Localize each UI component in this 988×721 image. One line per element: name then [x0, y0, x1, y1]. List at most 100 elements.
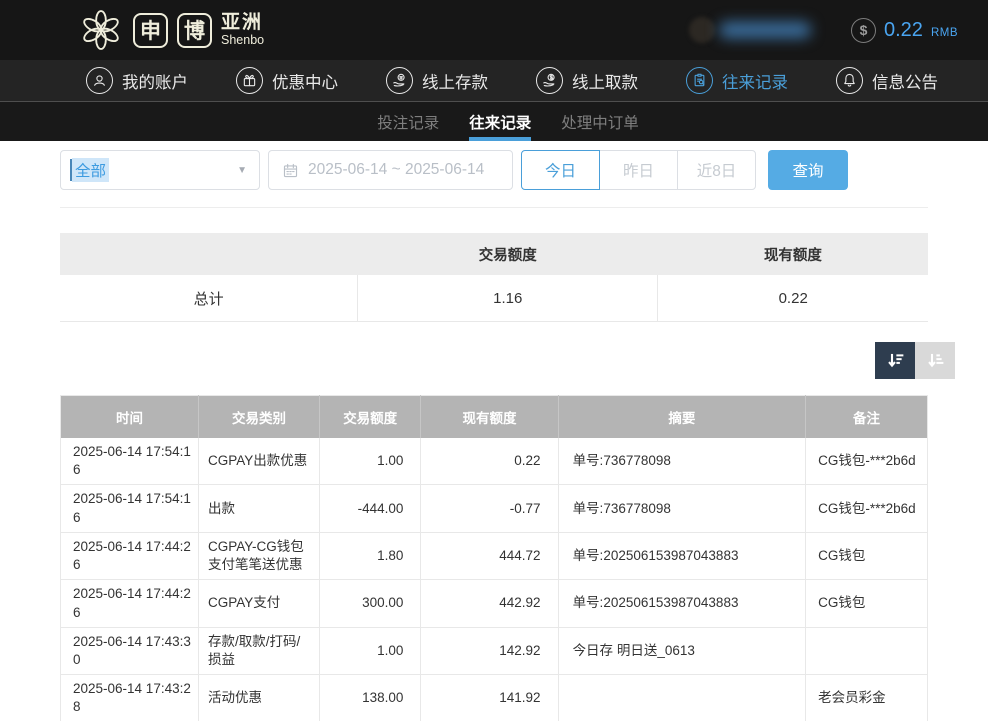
filter-row: 全部 ▼ 2025-06-14 ~ 2025-06-14 今日昨日近8日 查询 — [60, 150, 928, 190]
balance-amount: 0.22 — [884, 19, 923, 42]
sort-ascending-button[interactable] — [915, 342, 955, 379]
user-account-chip[interactable] — [689, 17, 811, 43]
avatar — [689, 17, 715, 43]
table-cell: 2025-06-14 17:43:28 — [61, 675, 199, 721]
summary-total-row: 总计 1.16 0.22 — [60, 275, 928, 322]
bell-icon — [836, 67, 863, 94]
records-column-header: 交易类别 — [198, 396, 319, 439]
page: 申 博 亚洲 Shenbo $ 0.22 RMB 我的账户 优惠中心 线上存款 线上取… — [0, 0, 988, 721]
table-cell: CG钱包 — [806, 532, 928, 579]
nav-item-transaction-records[interactable]: 往来记录 — [686, 67, 788, 94]
records-table: 时间交易类别交易额度现有额度摘要备注 2025-06-14 17:54:16CG… — [60, 395, 928, 721]
records-icon — [686, 67, 713, 94]
table-cell: 今日存 明日送_0613 — [558, 627, 806, 674]
table-row: 2025-06-14 17:43:30存款/取款/打码/损益1.00142.92… — [61, 627, 928, 674]
table-cell: 138.00 — [319, 675, 420, 721]
summary-transaction-total: 1.16 — [358, 275, 658, 322]
summary-table: 交易额度 现有额度 总计 1.16 0.22 — [60, 233, 928, 322]
table-cell: 1.80 — [319, 532, 420, 579]
quick-date-last-8-days-button[interactable]: 近8日 — [677, 150, 756, 190]
table-cell: CGPAY出款优惠 — [198, 438, 319, 485]
table-cell: CGPAY-CG钱包支付笔笔送优惠 — [198, 532, 319, 579]
table-cell: CGPAY支付 — [198, 580, 319, 627]
summary-header-current-balance: 现有额度 — [658, 233, 928, 275]
nav-item-announcements[interactable]: 信息公告 — [836, 67, 938, 94]
chevron-down-icon: ▼ — [237, 165, 247, 176]
table-cell: 2025-06-14 17:44:26 — [61, 532, 199, 579]
nav-item-my-account[interactable]: 我的账户 — [86, 67, 188, 94]
date-range-input[interactable]: 2025-06-14 ~ 2025-06-14 — [268, 150, 513, 190]
balance-display: $ 0.22 RMB — [851, 18, 958, 43]
table-cell: 142.92 — [421, 627, 558, 674]
nav-item-label: 往来记录 — [722, 69, 788, 93]
brand-region: 亚洲 — [221, 13, 264, 34]
gift-icon — [236, 67, 263, 94]
table-cell: 单号:736778098 — [558, 485, 806, 532]
search-button[interactable]: 查询 — [768, 150, 848, 190]
table-cell: 0.22 — [421, 438, 558, 485]
table-cell: 444.72 — [421, 532, 558, 579]
table-row: 2025-06-14 17:43:28活动优惠138.00141.92 老会员彩金 — [61, 675, 928, 721]
table-cell: 单号:202506153987043883 — [558, 532, 806, 579]
subtab-transaction-records[interactable]: 往来记录 — [467, 102, 533, 141]
sort-descending-button[interactable] — [875, 342, 915, 379]
summary-header-row: 交易额度 现有额度 — [60, 233, 928, 275]
records-column-header: 时间 — [61, 396, 199, 439]
summary-header-empty — [60, 233, 358, 275]
date-range-value: 2025-06-14 ~ 2025-06-14 — [308, 161, 484, 179]
nav-item-online-deposit[interactable]: 线上存款 — [386, 67, 488, 94]
brand-char-bo: 博 — [177, 13, 212, 48]
nav-item-online-withdraw[interactable]: 线上取款 — [536, 67, 638, 94]
table-cell: 2025-06-14 17:44:26 — [61, 580, 199, 627]
table-cell: 出款 — [198, 485, 319, 532]
records-header-row: 时间交易类别交易额度现有额度摘要备注 — [61, 396, 928, 439]
table-cell: 1.00 — [319, 438, 420, 485]
nav-item-label: 线上取款 — [572, 69, 638, 93]
table-cell: 300.00 — [319, 580, 420, 627]
table-cell: 单号:202506153987043883 — [558, 580, 806, 627]
summary-total-label: 总计 — [60, 275, 358, 322]
table-cell: 2025-06-14 17:43:30 — [61, 627, 199, 674]
quick-date-today-button[interactable]: 今日 — [521, 150, 600, 190]
table-cell: 2025-06-14 17:54:16 — [61, 438, 199, 485]
sort-amount-desc-icon — [885, 350, 906, 371]
nav-item-label: 优惠中心 — [272, 69, 338, 93]
table-cell — [558, 675, 806, 721]
section-divider — [60, 207, 928, 208]
content-area: 全部 ▼ 2025-06-14 ~ 2025-06-14 今日昨日近8日 查询 … — [0, 141, 988, 721]
records-column-header: 摘要 — [558, 396, 806, 439]
subtab-pending-orders[interactable]: 处理中订单 — [559, 102, 641, 141]
main-nav: 我的账户 优惠中心 线上存款 线上取款 往来记录 信息公告 — [0, 60, 988, 101]
calendar-icon — [282, 162, 299, 179]
table-row: 2025-06-14 17:54:16CGPAY出款优惠1.000.22单号:7… — [61, 438, 928, 485]
balance-currency: RMB — [931, 27, 958, 39]
records-column-header: 交易额度 — [319, 396, 420, 439]
nav-item-promo-center[interactable]: 优惠中心 — [236, 67, 338, 94]
records-column-header: 备注 — [806, 396, 928, 439]
table-cell: 活动优惠 — [198, 675, 319, 721]
table-cell: 老会员彩金 — [806, 675, 928, 721]
subtab-bet-records[interactable]: 投注记录 — [375, 102, 441, 141]
table-cell: CG钱包-***2b6d — [806, 438, 928, 485]
nav-item-label: 我的账户 — [122, 69, 188, 93]
quick-date-yesterday-button[interactable]: 昨日 — [599, 150, 678, 190]
table-cell — [806, 627, 928, 674]
table-row: 2025-06-14 17:54:16出款-444.00-0.77单号:7367… — [61, 485, 928, 532]
table-cell: CG钱包 — [806, 580, 928, 627]
type-select-value: 全部 — [72, 158, 109, 182]
table-row: 2025-06-14 17:44:26CGPAY-CG钱包支付笔笔送优惠1.80… — [61, 532, 928, 579]
nav-item-label: 线上存款 — [422, 69, 488, 93]
brand-logo[interactable]: 申 博 亚洲 Shenbo — [78, 7, 264, 53]
table-cell: 单号:736778098 — [558, 438, 806, 485]
user-icon — [86, 67, 113, 94]
brand-name-en: Shenbo — [221, 34, 264, 48]
sort-controls — [60, 342, 955, 379]
table-cell: 存款/取款/打码/损益 — [198, 627, 319, 674]
table-cell: -444.00 — [319, 485, 420, 532]
type-select[interactable]: 全部 ▼ — [60, 150, 260, 190]
table-row: 2025-06-14 17:44:26CGPAY支付300.00442.92单号… — [61, 580, 928, 627]
flower-logo-icon — [78, 7, 124, 53]
dollar-icon: $ — [851, 18, 876, 43]
top-header: 申 博 亚洲 Shenbo $ 0.22 RMB — [0, 0, 988, 60]
table-cell: 141.92 — [421, 675, 558, 721]
